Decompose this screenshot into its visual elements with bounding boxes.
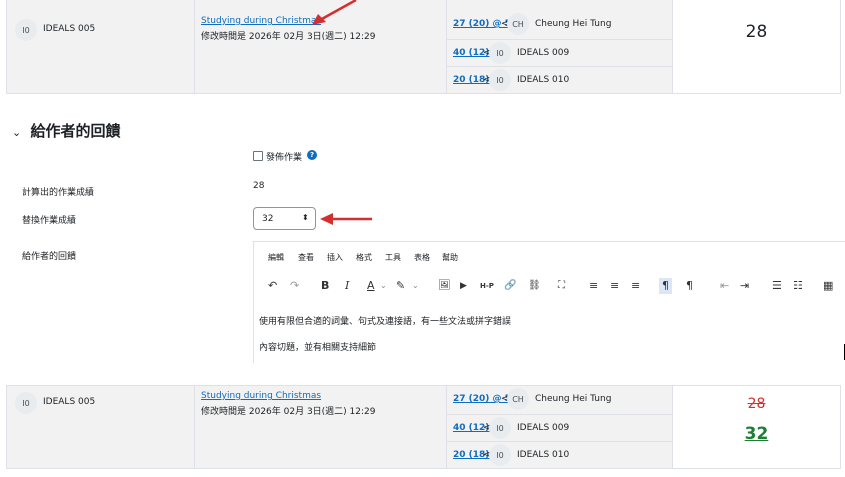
feedback-label: 給作者的回饋 — [22, 252, 77, 262]
submission-title-link[interactable]: Studying during Christmas — [201, 391, 321, 401]
align-center-icon[interactable]: ≡ — [610, 278, 619, 294]
chevron-down-icon[interactable]: ⌄ — [12, 126, 21, 139]
select-arrow-icon: ⬍ — [302, 213, 309, 222]
bullet-list-icon[interactable]: ☰ — [772, 278, 782, 294]
submission-cell: Studying during Christmas 修改時間是 2026年 02… — [195, 386, 447, 468]
h5p-icon[interactable]: H-P — [480, 278, 494, 294]
new-grade-value: 32 — [744, 424, 769, 444]
italic-icon[interactable]: I — [345, 278, 349, 294]
menu-format[interactable]: 格式 — [356, 252, 372, 263]
override-grade-label: 替換作業成績 — [22, 216, 77, 226]
grade-value: 28 — [745, 22, 768, 42]
author-name: IDEALS 005 — [43, 397, 96, 407]
submission-table-top: I0 IDEALS 005 Studying during Christmas … — [6, 0, 841, 94]
annotation-arrow — [312, 0, 357, 25]
peer-name: IDEALS 009 — [517, 423, 570, 433]
feedback-editor[interactable]: 編輯 查看 插入 格式 工具 表格 幫助 ↶ ↷ B I A ⌄ ✎ ⌄ 🖼 ▶… — [253, 241, 845, 363]
submission-modified: 修改時間是 2026年 02月 3日(週二) 12:29 — [201, 32, 376, 42]
align-right-icon[interactable]: ≡ — [631, 278, 640, 294]
editor-paragraph[interactable]: 使用有限但合適的詞彙、句式及連接語，有一些文法或拼字錯誤 — [259, 314, 511, 327]
avatar: I0 — [489, 69, 511, 91]
link-icon[interactable]: 🔗 — [504, 278, 516, 294]
submission-title-link[interactable]: Studying during Christmas — [201, 16, 321, 26]
menu-help[interactable]: 幫助 — [442, 252, 458, 263]
chevron-down-icon[interactable]: ⌄ — [412, 278, 419, 294]
font-color-icon[interactable]: A — [367, 278, 375, 294]
help-icon[interactable]: ? — [307, 150, 317, 160]
author-name: IDEALS 005 — [43, 24, 96, 34]
peer-row: 20 (18) < I0 IDEALS 010 — [447, 441, 672, 468]
indent-icon[interactable]: ⇥ — [740, 278, 749, 294]
peer-name: IDEALS 010 — [517, 450, 570, 460]
avatar: I0 — [15, 19, 37, 41]
peer-name: Cheung Hei Tung — [535, 394, 612, 404]
calc-grade-label: 計算出的作業成績 — [22, 188, 95, 198]
avatar: I0 — [489, 42, 511, 64]
author-cell: I0 IDEALS 005 — [7, 386, 195, 468]
media-icon[interactable]: ▶ — [460, 278, 467, 294]
calculator-icon[interactable]: ▦ — [823, 278, 833, 294]
avatar: I0 — [15, 392, 37, 414]
submission-modified: 修改時間是 2026年 02月 3日(週二) 12:29 — [201, 407, 376, 417]
peer-row: 27 (20) @ 5 < CH Cheung Hei Tung — [447, 386, 672, 413]
calc-grade-value: 28 — [253, 181, 265, 191]
outdent-icon[interactable]: ⇤ — [720, 278, 729, 294]
peer-name: IDEALS 010 — [517, 75, 570, 85]
annotation-arrow — [320, 213, 372, 225]
grade-cell: 28 32 — [673, 386, 840, 468]
peer-row: 27 (20) @ 5 < CH Cheung Hei Tung — [447, 11, 672, 38]
grade-cell: 28 — [673, 0, 840, 93]
peer-grades-cell: 27 (20) @ 5 < CH Cheung Hei Tung 40 (12)… — [447, 0, 673, 93]
submission-table-bottom: I0 IDEALS 005 Studying during Christmas … — [6, 385, 841, 469]
unlink-icon[interactable]: ⛓ — [528, 278, 541, 294]
publish-label: 發佈作業 — [266, 153, 303, 163]
editor-paragraph[interactable]: 內容切題，並有相關支持細節 — [259, 340, 376, 353]
peer-row: 40 (12) < I0 IDEALS 009 — [447, 39, 672, 66]
menu-edit[interactable]: 編輯 — [268, 252, 284, 263]
menu-view[interactable]: 查看 — [298, 252, 314, 263]
fullscreen-icon[interactable]: ⛶ — [558, 278, 565, 294]
ltr-icon[interactable]: ¶ — [659, 278, 672, 294]
peer-row: 40 (12) < I0 IDEALS 009 — [447, 414, 672, 441]
peer-name: Cheung Hei Tung — [535, 19, 612, 29]
old-grade-value: 28 — [747, 396, 766, 412]
image-icon[interactable]: 🖼 — [438, 278, 451, 294]
peer-grades-cell: 27 (20) @ 5 < CH Cheung Hei Tung 40 (12)… — [447, 386, 673, 468]
menu-table[interactable]: 表格 — [414, 252, 430, 263]
editor-menubar: 編輯 查看 插入 格式 工具 表格 幫助 — [254, 242, 845, 272]
numbered-list-icon[interactable]: ☷ — [793, 278, 803, 294]
peer-name: IDEALS 009 — [517, 48, 570, 58]
author-cell: I0 IDEALS 005 — [7, 0, 195, 93]
feedback-section-header[interactable]: ⌄ 給作者的回饋 — [12, 120, 120, 141]
undo-icon[interactable]: ↶ — [268, 278, 277, 294]
bold-icon[interactable]: B — [321, 278, 329, 294]
override-grade-select[interactable]: 32 ⬍ — [253, 207, 316, 230]
section-title: 給作者的回饋 — [30, 122, 121, 140]
align-left-icon[interactable]: ≡ — [589, 278, 598, 294]
menu-insert[interactable]: 插入 — [327, 252, 343, 263]
peer-row: 20 (18) < I0 IDEALS 010 — [447, 66, 672, 93]
avatar: I0 — [489, 444, 511, 466]
avatar: CH — [507, 13, 529, 35]
highlight-icon[interactable]: ✎ — [396, 278, 405, 294]
avatar: I0 — [489, 417, 511, 439]
rtl-icon[interactable]: ¶ — [686, 278, 693, 294]
redo-icon[interactable]: ↷ — [290, 278, 299, 294]
publish-checkbox[interactable] — [253, 151, 263, 161]
avatar: CH — [507, 388, 529, 410]
select-value: 32 — [262, 214, 274, 224]
menu-tools[interactable]: 工具 — [385, 252, 401, 263]
chevron-down-icon[interactable]: ⌄ — [380, 278, 387, 294]
